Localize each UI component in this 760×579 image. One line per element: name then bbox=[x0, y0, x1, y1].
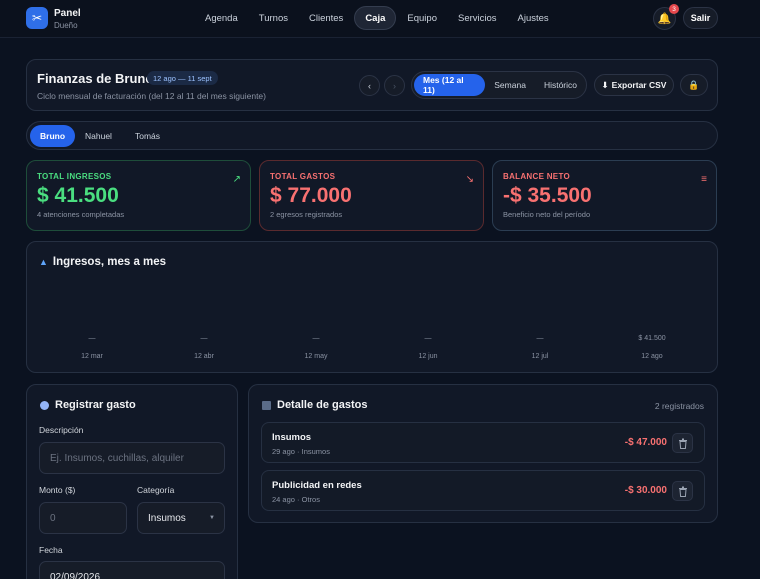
amount-field[interactable]: 0 bbox=[39, 502, 127, 534]
balance-label: BALANCE NETO bbox=[503, 172, 571, 181]
nav-agenda[interactable]: Agenda bbox=[195, 6, 248, 30]
income-subtitle: 4 atenciones completadas bbox=[37, 210, 125, 219]
expenses-card: TOTAL GASTOS $ 77.000 2 egresos registra… bbox=[259, 160, 484, 231]
expense-name: Publicidad en redes bbox=[272, 480, 362, 491]
nav-equipo[interactable]: Equipo bbox=[397, 6, 447, 30]
nav-clientes[interactable]: Clientes bbox=[299, 6, 353, 30]
x-tick-label: 12 jun bbox=[418, 353, 437, 360]
data-label: — bbox=[89, 335, 96, 342]
nav-turnos[interactable]: Turnos bbox=[249, 6, 298, 30]
expense-row: Insumos 29 ago · Insumos -$ 47.000 bbox=[261, 422, 705, 463]
top-bar: ✂ Panel Dueño Agenda Turnos Clientes Caj… bbox=[0, 0, 760, 38]
scissors-icon[interactable]: ✂ bbox=[26, 7, 48, 29]
chart-title: ▲ Ingresos, mes a mes bbox=[39, 256, 166, 268]
expense-amount: -$ 47.000 bbox=[624, 437, 667, 448]
brand-title: Panel bbox=[54, 8, 81, 19]
tab-tomas[interactable]: Tomás bbox=[125, 125, 170, 147]
register-expense-card: Registrar gasto Descripción Ej. Insumos,… bbox=[26, 384, 238, 579]
income-label: TOTAL INGRESOS bbox=[37, 172, 112, 181]
next-period-button[interactable]: › bbox=[384, 75, 405, 96]
x-tick-label: 12 may bbox=[305, 353, 328, 360]
period-history-option[interactable]: Histórico bbox=[535, 74, 586, 96]
main-nav: Agenda Turnos Clientes Caja Equipo Servi… bbox=[195, 6, 560, 30]
expense-row: Publicidad en redes 24 ago · Otros -$ 30… bbox=[261, 470, 705, 511]
x-tick-label: 12 jul bbox=[532, 353, 549, 360]
balance-card: BALANCE NETO -$ 35.500 Beneficio neto de… bbox=[492, 160, 717, 231]
nav-caja[interactable]: Caja bbox=[354, 6, 397, 30]
expense-amount: -$ 30.000 bbox=[624, 485, 667, 496]
list-icon bbox=[262, 400, 271, 410]
download-icon: ⬇ bbox=[601, 79, 609, 90]
expenses-subtitle: 2 egresos registrados bbox=[270, 210, 343, 219]
income-chart-card: 12 mar — 12 abr — 12 may — 12 jun — 12 jul — 12 ag… bbox=[26, 241, 718, 373]
expense-detail-card: Detalle de gastos 2 registrados Insumos … bbox=[248, 384, 718, 523]
period-selector: Mes (12 al 11) Semana Histórico bbox=[411, 71, 587, 99]
trash-icon[interactable] bbox=[672, 433, 693, 453]
finance-header: Finanzas de Bruno 12 ago — 11 sept Ciclo… bbox=[26, 59, 718, 111]
balance-icon: ≡ bbox=[701, 174, 707, 185]
category-value: Insumos bbox=[148, 512, 186, 524]
chart-title-label: Ingresos, mes a mes bbox=[52, 256, 167, 268]
description-field[interactable]: Ej. Insumos, cuchillas, alquiler bbox=[39, 442, 225, 474]
chart-icon: ▲ bbox=[39, 257, 48, 267]
page-title: Finanzas de Bruno bbox=[37, 71, 154, 86]
expense-name: Insumos bbox=[272, 432, 312, 443]
export-csv-label: Exportar CSV bbox=[611, 80, 667, 90]
trash-icon[interactable] bbox=[672, 481, 693, 501]
tab-bruno[interactable]: Bruno bbox=[30, 125, 76, 147]
person-tabs: Bruno Nahuel Tomás bbox=[26, 121, 718, 150]
category-select[interactable]: Insumos ▼ bbox=[137, 502, 225, 534]
data-label: $ 41.500 bbox=[638, 335, 665, 342]
nav-ajustes[interactable]: Ajustes bbox=[508, 6, 559, 30]
expenses-value: $ 77.000 bbox=[270, 184, 352, 207]
chevron-down-icon: ▼ bbox=[209, 515, 215, 521]
x-tick-label: 12 abr bbox=[194, 353, 215, 360]
description-label: Descripción bbox=[39, 425, 84, 435]
data-label: — bbox=[313, 335, 320, 342]
date-field[interactable]: 02/09/2026 bbox=[39, 561, 225, 579]
balance-subtitle: Beneficio neto del período bbox=[503, 210, 591, 219]
prev-period-button[interactable]: ‹ bbox=[359, 75, 380, 96]
tab-nahuel[interactable]: Nahuel bbox=[75, 125, 122, 147]
balance-value: -$ 35.500 bbox=[503, 184, 592, 207]
export-csv-button[interactable]: ⬇ Exportar CSV bbox=[594, 74, 674, 96]
period-week-option[interactable]: Semana bbox=[485, 74, 535, 96]
expenses-label: TOTAL GASTOS bbox=[270, 172, 336, 181]
arrow-up-right-icon: ↗ bbox=[232, 174, 241, 185]
period-badge: 12 ago — 11 sept bbox=[147, 71, 218, 85]
brand-subtitle: Dueño bbox=[54, 21, 78, 30]
data-label: — bbox=[201, 335, 208, 342]
income-value: $ 41.500 bbox=[37, 184, 119, 207]
category-label: Categoría bbox=[137, 485, 175, 495]
logout-button[interactable]: Salir bbox=[683, 7, 718, 29]
data-label: — bbox=[425, 335, 432, 342]
detail-count: 2 registrados bbox=[654, 401, 704, 411]
expense-meta: 24 ago · Otros bbox=[272, 495, 320, 504]
register-title: Registrar gasto bbox=[40, 399, 136, 411]
income-card: TOTAL INGRESOS $ 41.500 4 atenciones com… bbox=[26, 160, 251, 231]
data-label: — bbox=[537, 335, 544, 342]
date-label: Fecha bbox=[39, 545, 63, 555]
lock-icon[interactable]: 🔒 bbox=[680, 74, 708, 96]
x-tick-label: 12 mar bbox=[81, 353, 103, 360]
detail-title: Detalle de gastos bbox=[262, 399, 367, 411]
page-subtitle: Ciclo mensual de facturación (del 12 al … bbox=[37, 91, 266, 101]
amount-label: Monto ($) bbox=[39, 485, 76, 495]
x-tick-label: 12 ago bbox=[641, 353, 663, 360]
arrow-down-right-icon: ↘ bbox=[465, 174, 474, 185]
expense-meta: 29 ago · Insumos bbox=[272, 447, 330, 456]
nav-servicios[interactable]: Servicios bbox=[448, 6, 507, 30]
notification-badge: 3 bbox=[669, 4, 679, 14]
dot-icon bbox=[40, 400, 49, 410]
register-title-label: Registrar gasto bbox=[55, 399, 136, 411]
detail-title-label: Detalle de gastos bbox=[277, 399, 368, 411]
period-month-option[interactable]: Mes (12 al 11) bbox=[414, 74, 486, 96]
